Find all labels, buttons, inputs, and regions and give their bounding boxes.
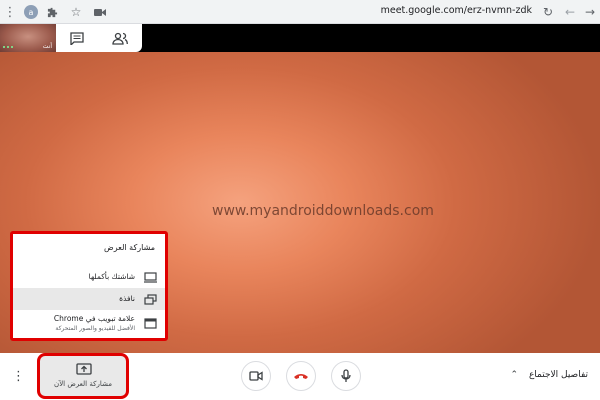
panel-tabs	[56, 24, 142, 52]
microphone-icon	[341, 369, 351, 382]
share-screen-menu: مشاركة العرض شاشتك بأكملها نافذة علامة ت…	[10, 231, 168, 341]
monitor-icon	[143, 270, 157, 284]
extensions-icon[interactable]	[44, 3, 60, 21]
leave-call-button[interactable]	[286, 361, 316, 391]
reload-icon[interactable]: ↻	[540, 3, 556, 21]
share-menu-title: مشاركة العرض	[104, 243, 155, 252]
people-icon[interactable]	[111, 29, 129, 47]
windows-icon	[143, 292, 157, 306]
meeting-controls-bar: ⋮ مشاركة العرض الآن تفاصيل الاجتماع ⌃	[0, 353, 600, 400]
chevron-up-icon[interactable]: ⌃	[510, 370, 518, 380]
forward-icon[interactable]: →	[582, 3, 598, 21]
share-chrome-tab-option[interactable]: علامة تبويب في Chrome الأفضل للفيديو وال…	[13, 312, 165, 338]
audio-indicator-icon	[3, 46, 13, 48]
meeting-details-button[interactable]: تفاصيل الاجتماع	[529, 370, 588, 380]
browser-tab-icon	[143, 316, 157, 330]
chat-icon[interactable]	[68, 29, 86, 47]
hang-up-icon	[294, 374, 308, 379]
browser-toolbar: ⋮ a ☆ meet.google.com/erz-nvmn-zdk ↻ ← →	[0, 0, 600, 24]
camera-toggle-button[interactable]	[241, 361, 271, 391]
video-camera-icon	[249, 371, 263, 381]
star-icon[interactable]: ☆	[68, 3, 84, 21]
self-video-thumbnail[interactable]: أنت	[0, 24, 56, 52]
present-screen-icon	[76, 362, 92, 376]
self-label: أنت	[42, 43, 52, 50]
option-label: علامة تبويب في Chrome	[53, 314, 135, 323]
microphone-toggle-button[interactable]	[331, 361, 361, 391]
present-now-button[interactable]: مشاركة العرض الآن	[37, 353, 129, 399]
present-now-label: مشاركة العرض الآن	[54, 380, 112, 388]
more-options-icon[interactable]: ⋮	[12, 369, 25, 385]
share-entire-screen-option[interactable]: شاشتك بأكملها	[13, 266, 165, 288]
option-label: نافذة	[119, 294, 135, 303]
option-sublabel: الأفضل للفيديو والصور المتحركة	[55, 325, 135, 332]
watermark: www.myandroiddownloads.com	[212, 203, 434, 219]
avatar[interactable]: a	[24, 5, 38, 19]
back-icon[interactable]: ←	[562, 3, 578, 21]
url-bar[interactable]: meet.google.com/erz-nvmn-zdk	[381, 5, 532, 16]
menu-dots-icon[interactable]: ⋮	[2, 3, 18, 21]
option-label: شاشتك بأكملها	[88, 272, 135, 281]
share-window-option[interactable]: نافذة	[13, 288, 165, 310]
camera-icon[interactable]	[92, 3, 108, 21]
